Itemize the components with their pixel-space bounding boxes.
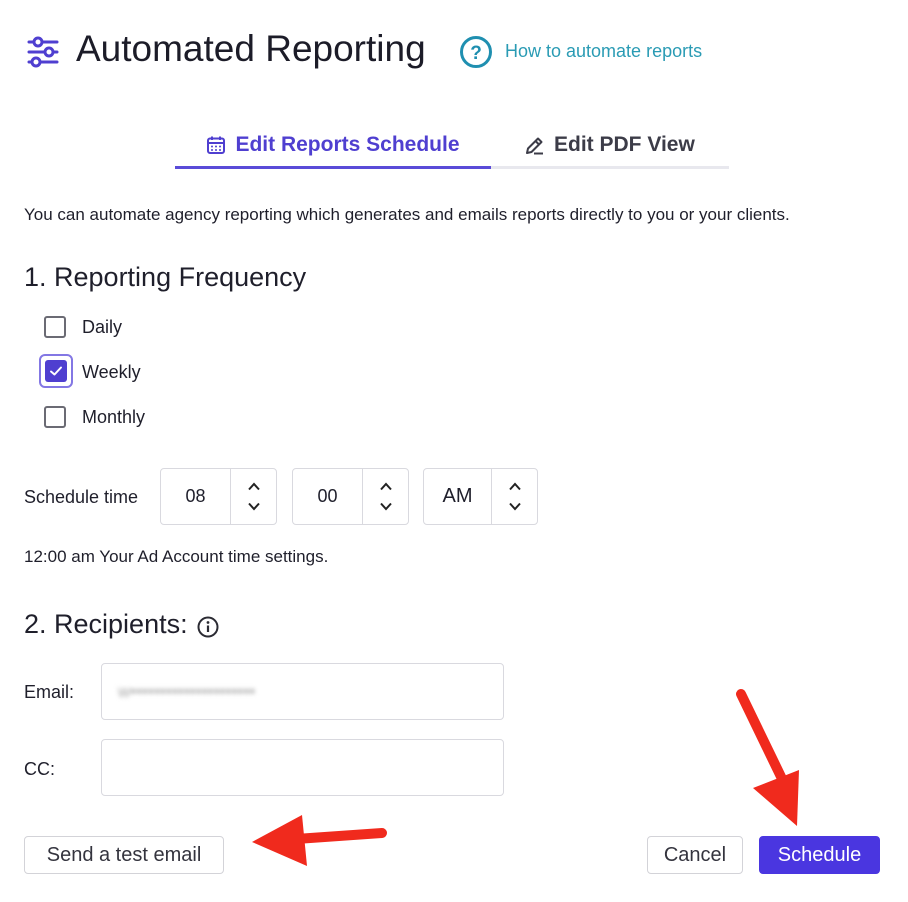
send-test-email-button[interactable]: Send a test email xyxy=(24,836,224,874)
chevron-up-icon[interactable] xyxy=(244,480,264,494)
weekly-checkbox-focus-ring xyxy=(39,354,73,388)
monthly-label: Monthly xyxy=(82,406,146,427)
recipients-heading-row: 2. Recipients: xyxy=(24,609,219,640)
svg-text:?: ? xyxy=(470,43,482,64)
weekly-checkbox[interactable] xyxy=(45,360,67,382)
chevron-down-icon[interactable] xyxy=(376,500,396,514)
chevron-down-icon[interactable] xyxy=(505,500,525,514)
hour-stepper[interactable]: 08 xyxy=(160,468,277,525)
help-link[interactable]: How to automate reports xyxy=(505,41,702,62)
question-circle-icon[interactable]: ? xyxy=(459,35,493,69)
info-circle-icon[interactable] xyxy=(197,614,219,637)
chevron-up-icon[interactable] xyxy=(505,480,525,494)
tab-edit-pdf-view[interactable]: Edit PDF View xyxy=(524,124,695,166)
frequency-option-monthly[interactable]: Monthly xyxy=(44,405,145,429)
schedule-button[interactable]: Schedule xyxy=(759,836,880,874)
arrow-to-test-email xyxy=(252,815,387,866)
chevron-down-icon[interactable] xyxy=(244,500,264,514)
timezone-note: 12:00 am Your Ad Account time settings. xyxy=(24,547,329,566)
minute-value[interactable]: 00 xyxy=(293,469,363,524)
arrow-to-schedule xyxy=(736,689,799,826)
cc-field[interactable] xyxy=(101,739,504,796)
email-field[interactable]: w••••••••••••••••••••• xyxy=(101,663,504,720)
daily-label: Daily xyxy=(82,316,123,337)
cancel-button[interactable]: Cancel xyxy=(647,836,743,874)
period-value[interactable]: AM xyxy=(424,469,492,524)
pencil-icon xyxy=(526,137,543,154)
sliders-icon xyxy=(26,36,60,68)
frequency-option-daily[interactable]: Daily xyxy=(44,315,122,339)
daily-checkbox[interactable] xyxy=(44,316,66,338)
email-label: Email: xyxy=(24,682,75,702)
page-title: Automated Reporting xyxy=(76,28,426,69)
weekly-label: Weekly xyxy=(82,362,141,382)
monthly-checkbox[interactable] xyxy=(44,406,66,428)
minute-stepper[interactable]: 00 xyxy=(292,468,409,525)
checkmark-icon xyxy=(50,366,62,376)
chevron-up-icon[interactable] xyxy=(376,480,396,494)
intro-text: You can automate agency reporting which … xyxy=(24,205,790,224)
tab-edit-reports-schedule[interactable]: Edit Reports Schedule xyxy=(175,124,491,166)
tab-label: Edit PDF View xyxy=(554,133,695,156)
schedule-time-label: Schedule time xyxy=(24,487,139,507)
hour-value[interactable]: 08 xyxy=(161,469,231,524)
frequency-heading: 1. Reporting Frequency xyxy=(24,262,307,292)
cc-label: CC: xyxy=(24,759,55,779)
calendar-icon xyxy=(207,136,226,154)
email-value-redacted: w••••••••••••••••••••• xyxy=(118,681,256,701)
tab-label: Edit Reports Schedule xyxy=(235,133,460,156)
recipients-heading: 2. Recipients: xyxy=(24,609,188,639)
period-stepper[interactable]: AM xyxy=(423,468,538,525)
active-tab-indicator xyxy=(175,166,491,169)
